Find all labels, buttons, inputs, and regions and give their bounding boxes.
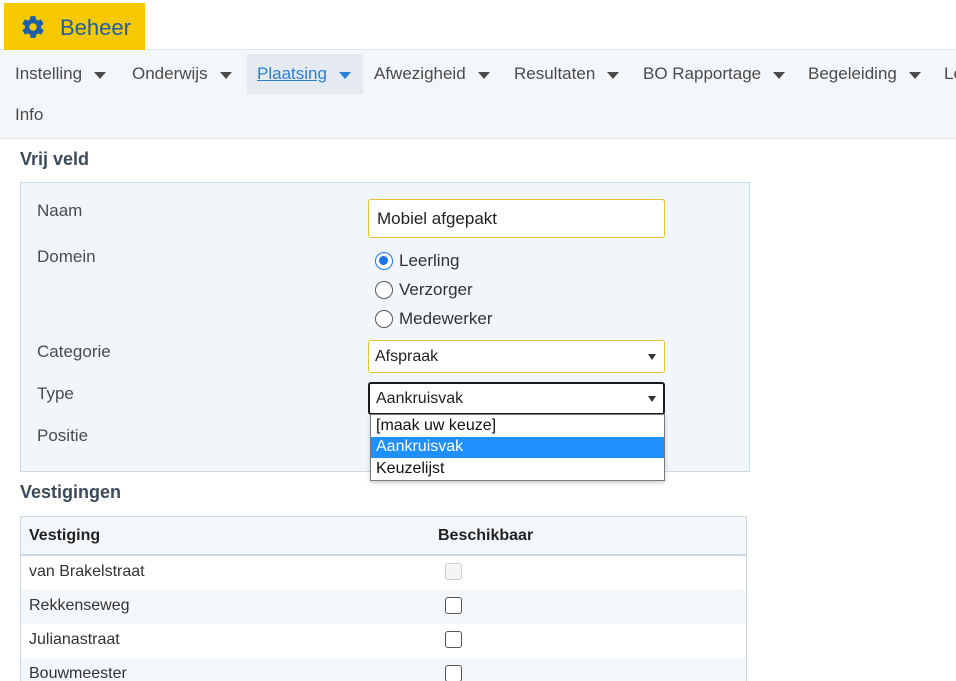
radio-unchecked-icon[interactable] [375,310,393,328]
top-bar: Beheer [0,0,956,50]
nav-label: Resultaten [514,64,596,83]
nav-item-begeleiding[interactable]: Begeleiding [808,54,921,94]
domein-radio-leerling[interactable]: Leerling [375,251,460,271]
nav-item-instelling[interactable]: Instelling [15,54,107,94]
nav-label: Begeleiding [808,64,897,83]
radio-label: Leerling [399,251,460,270]
dropdown-option-highlighted[interactable]: Aankruisvak [371,436,664,458]
vestiging-name: van Brakelstraat [29,563,145,580]
domein-radio-medewerker[interactable]: Medewerker [375,309,493,329]
categorie-label: Categorie [37,342,111,361]
nav-label: Plaatsing [257,64,327,83]
caret-down-icon [477,71,490,79]
dropdown-option[interactable]: Keuzelijst [371,458,664,480]
beschikbaar-checkbox[interactable] [445,631,462,648]
type-label: Type [37,384,74,403]
table-row: Rekkenseweg [21,590,746,624]
section-title-vrij-veld: Vrij veld [20,149,90,169]
type-dropdown-list: [maak uw keuze] Aankruisvak Keuzelijst [370,414,665,481]
nav-item-bo-rapportage[interactable]: BO Rapportage [643,54,786,94]
nav-label: Instelling [15,64,83,83]
domein-radio-verzorger[interactable]: Verzorger [375,280,473,300]
beschikbaar-checkbox[interactable] [445,665,462,681]
positie-label: Positie [37,426,89,445]
table-row: Bouwmeester [21,658,746,681]
nav-label: Onderwijs [132,64,208,83]
vestiging-name: Julianastraat [29,631,120,648]
beschikbaar-checkbox[interactable] [445,597,462,614]
type-select[interactable]: Aankruisvak [368,382,665,415]
beheer-module-tab[interactable]: Beheer [4,3,145,50]
nav-label: Le [944,64,956,83]
nav-item-info[interactable]: Info [15,105,43,125]
nav-label: BO Rapportage [643,64,762,83]
nav-item-truncated[interactable]: Le [944,54,956,94]
select-value: Afspraak [375,347,439,365]
domein-label: Domein [37,247,96,266]
section-title-vestigingen: Vestigingen [20,482,122,502]
nav-item-plaatsing[interactable]: Plaatsing [247,54,363,94]
caret-down-icon [607,71,620,79]
radio-label: Verzorger [399,280,473,299]
column-header-vestiging: Vestiging [29,527,101,544]
naam-label: Naam [37,201,83,220]
caret-down-icon [773,71,786,79]
table-row: van Brakelstraat [21,556,746,590]
beschikbaar-checkbox [445,563,462,580]
table-row: Julianastraat [21,624,746,658]
radio-label: Medewerker [399,309,493,328]
categorie-select[interactable]: Afspraak [368,340,665,373]
dropdown-arrow-icon [648,396,656,402]
nav-item-resultaten[interactable]: Resultaten [514,54,620,94]
caret-down-icon [338,71,351,79]
vestigingen-table: Vestiging Beschikbaar van Brakelstraat R… [20,516,747,681]
main-nav: Instelling Onderwijs Plaatsing Afwezighe… [0,50,956,139]
caret-down-icon [94,71,107,79]
caret-down-icon [219,71,232,79]
module-title: Beheer [60,15,131,40]
radio-checked-icon[interactable] [375,252,393,270]
gear-icon [22,16,44,38]
radio-unchecked-icon[interactable] [375,281,393,299]
column-header-beschikbaar: Beschikbaar [438,527,534,544]
nav-item-afwezigheid[interactable]: Afwezigheid [374,54,490,94]
caret-down-icon [908,71,921,79]
table-header: Vestiging Beschikbaar [21,517,746,556]
vestiging-name: Bouwmeester [29,665,127,681]
dropdown-arrow-icon [648,354,656,360]
select-value: Aankruisvak [376,389,464,407]
naam-input[interactable]: Mobiel afgepakt [368,199,665,238]
dropdown-option[interactable]: [maak uw keuze] [371,415,664,437]
vestiging-name: Rekkenseweg [29,597,130,614]
nav-item-onderwijs[interactable]: Onderwijs [132,54,232,94]
nav-label: Afwezigheid [374,64,466,83]
